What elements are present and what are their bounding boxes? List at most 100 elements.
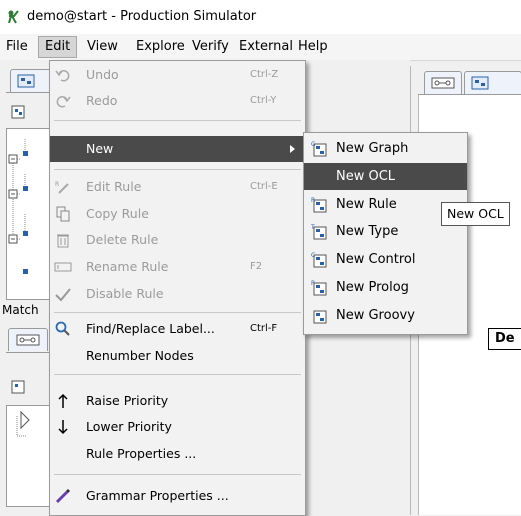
shortcut-label: Ctrl-Y [250, 95, 277, 106]
rename-icon [54, 262, 72, 272]
menu-item-disable-rule[interactable]: Disable Rule [50, 281, 305, 307]
new-groovy-icon [313, 310, 327, 324]
submenu-item-label: New OCL [336, 169, 396, 184]
menu-item-edit-rule[interactable]: R Edit Rule Ctrl-E [50, 174, 305, 200]
menu-item-rule-properties[interactable]: Rule Properties ... [50, 441, 305, 467]
menu-item-label: Rename Rule [86, 259, 169, 274]
transition-icon [16, 334, 40, 346]
menu-item-find-replace[interactable]: Find/Replace Label... Ctrl-F [50, 316, 305, 342]
new-prolog-icon: P [311, 280, 327, 296]
menu-item-label: Redo [86, 93, 118, 108]
menu-item-delete-rule[interactable]: Delete Rule [50, 227, 305, 253]
shortcut-label: Ctrl-F [250, 323, 278, 334]
match-toolbar-icon[interactable] [10, 377, 28, 395]
undo-icon [55, 70, 70, 82]
edit-menu-dropdown: Undo Ctrl-Z Redo Ctrl-Y New R Edit Rule … [49, 60, 306, 516]
submenu-item-new-graph[interactable]: G New Graph [304, 135, 467, 162]
menu-item-label: Rule Properties ... [86, 446, 197, 461]
redo-icon [56, 96, 71, 108]
menu-item-raise-priority[interactable]: Raise Priority [50, 388, 305, 414]
shortcut-label: Ctrl-E [250, 181, 278, 192]
menu-item-label: Find/Replace Label... [86, 321, 215, 336]
svg-text:G: G [311, 141, 316, 148]
submenu-item-label: New Graph [336, 141, 409, 156]
submenu-arrow-icon [290, 145, 295, 153]
menu-separator [54, 474, 301, 475]
new-rule-toolbar-icon[interactable] [10, 102, 28, 120]
svg-text:C: C [311, 252, 315, 259]
submenu-item-new-groovy[interactable]: New Groovy [304, 302, 467, 329]
menu-separator [54, 169, 301, 170]
editor-tab-graph[interactable] [464, 71, 521, 94]
submenu-item-label: New Groovy [336, 308, 415, 323]
title-bar: demo@start - Production Simulator [0, 0, 521, 34]
transition-tab-icon [431, 77, 455, 89]
menu-item-undo[interactable]: Undo Ctrl-Z [50, 62, 305, 88]
match-list[interactable] [6, 405, 54, 507]
arrow-up-icon [58, 393, 68, 408]
submenu-item-new-ocl[interactable]: New OCL [304, 163, 467, 190]
match-toolbar [8, 375, 48, 397]
menu-bar: File Edit View Explore Verify External H… [0, 34, 521, 61]
app-logo-icon [8, 10, 19, 24]
arrow-down-icon [58, 420, 68, 435]
submenu-item-label: New Prolog [336, 280, 409, 295]
submenu-item-new-prolog[interactable]: P New Prolog [304, 274, 467, 301]
svg-text:R: R [55, 181, 59, 188]
menu-view[interactable]: View [81, 38, 124, 56]
check-icon [55, 288, 71, 302]
tooltip: New OCL [441, 202, 510, 226]
submenu-item-new-control[interactable]: C New Control [304, 246, 467, 273]
match-tab[interactable] [8, 328, 48, 351]
menu-item-label: New [86, 141, 114, 156]
window-title: demo@start - Production Simulator [27, 9, 257, 24]
new-submenu: G New Graph New OCL R New Rule T New Typ… [303, 132, 468, 335]
match-tab-strip [6, 318, 50, 353]
menu-item-label: Edit Rule [86, 179, 142, 194]
menu-separator [54, 120, 301, 121]
menu-item-grammar-properties[interactable]: Grammar Properties ... [50, 483, 305, 509]
rule-tree[interactable] [6, 128, 54, 300]
editor-tab-strip [418, 66, 521, 95]
menu-file[interactable]: File [0, 38, 34, 56]
svg-text:T: T [311, 224, 315, 231]
graph-tab-icon [17, 74, 35, 88]
trash-icon [57, 234, 69, 248]
copy-icon [56, 206, 70, 222]
menu-explore[interactable]: Explore [130, 38, 191, 56]
match-tree-icon [16, 410, 30, 437]
svg-text:P: P [311, 280, 315, 287]
rule-toolbar [8, 100, 48, 122]
menu-item-lower-priority[interactable]: Lower Priority [50, 414, 305, 440]
edit-rule-icon: R [55, 181, 69, 194]
pencil-icon [55, 488, 71, 504]
menu-edit[interactable]: Edit [38, 36, 78, 58]
menu-external[interactable]: External [233, 38, 299, 56]
menu-item-redo[interactable]: Redo Ctrl-Y [50, 88, 305, 114]
search-icon [55, 321, 70, 336]
menu-item-label: Raise Priority [86, 393, 169, 408]
new-control-icon: C [311, 252, 327, 268]
rules-tab[interactable] [10, 69, 52, 92]
menu-item-renumber-nodes[interactable]: Renumber Nodes [50, 343, 305, 369]
menu-item-label: Undo [86, 67, 119, 82]
svg-text:R: R [311, 197, 315, 204]
tree-lines-icon [8, 139, 28, 274]
menu-item-label: Delete Rule [86, 232, 159, 247]
editor-tab-transition[interactable] [424, 71, 462, 94]
menu-verify[interactable]: Verify [186, 38, 235, 56]
new-type-icon: T [311, 224, 327, 240]
menu-item-rename-rule[interactable]: Rename Rule F2 [50, 254, 305, 280]
match-panel-label: Match [2, 303, 39, 317]
shortcut-label: F2 [250, 261, 263, 272]
submenu-item-label: New Control [336, 252, 416, 267]
menu-item-label: Disable Rule [86, 286, 164, 301]
menu-item-copy-rule[interactable]: Copy Rule [50, 201, 305, 227]
submenu-item-label: New Type [336, 224, 399, 239]
menu-item-label: Copy Rule [86, 206, 149, 221]
graph-tab-icon [471, 76, 489, 90]
menu-help[interactable]: Help [292, 38, 334, 56]
new-graph-icon: G [311, 141, 327, 157]
menu-item-new[interactable]: New [50, 136, 305, 162]
menu-item-label: Grammar Properties ... [86, 488, 229, 503]
